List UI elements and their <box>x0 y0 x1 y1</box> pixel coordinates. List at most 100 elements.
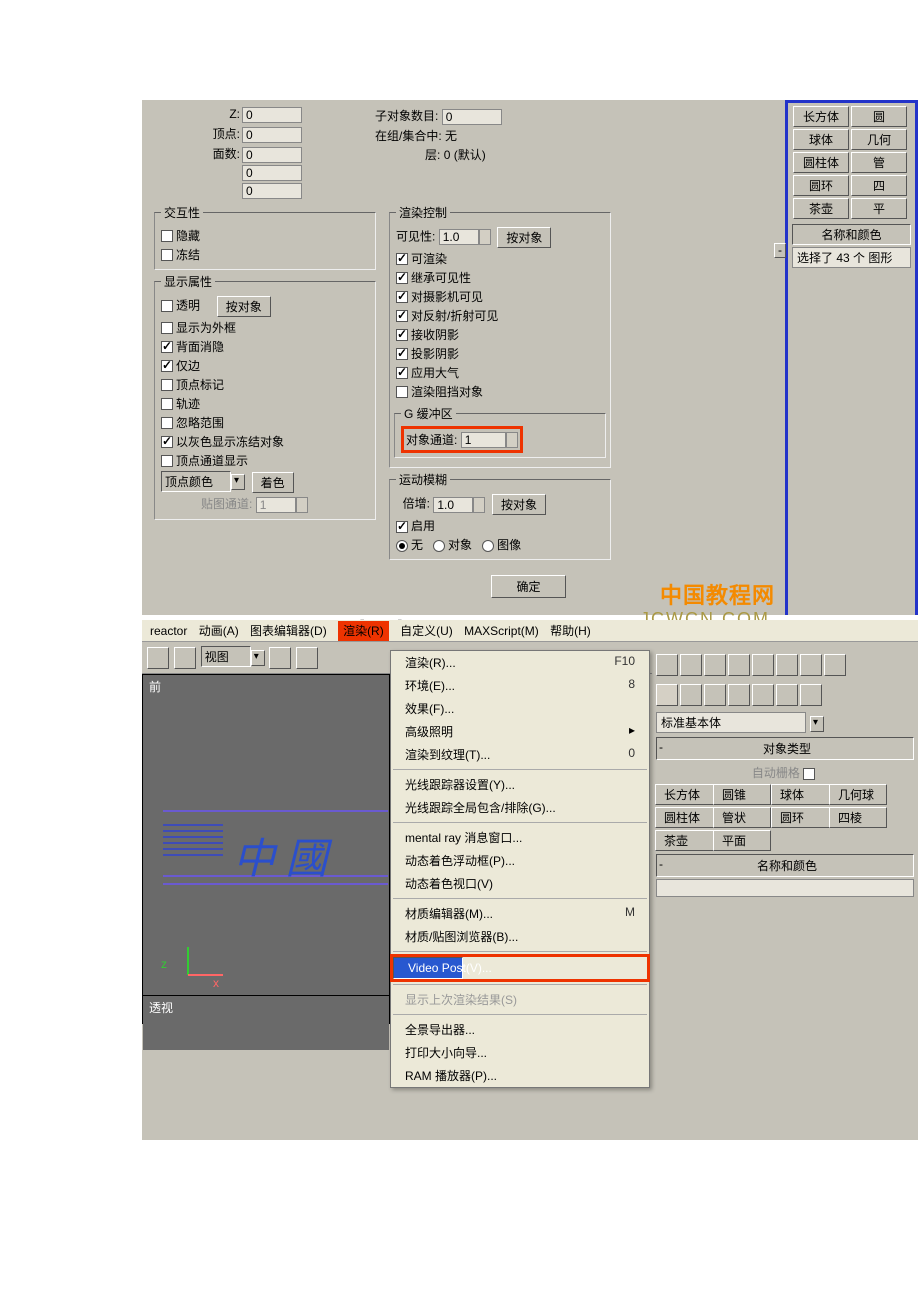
category-select[interactable]: 标准基本体 <box>656 712 806 733</box>
geom-cyl[interactable]: 圆柱体 <box>793 152 849 173</box>
auto-grid-checkbox[interactable] <box>803 768 815 780</box>
menu-item[interactable]: 动态着色浮动框(P)... <box>391 849 649 872</box>
panel-icon[interactable] <box>800 654 822 676</box>
cat-icon[interactable] <box>776 684 798 706</box>
menu-item[interactable]: 高级照明 <box>391 720 649 743</box>
viewport-front[interactable]: 前 中 國 zx 透视 <box>142 674 390 1024</box>
spinner-icon[interactable] <box>473 497 485 513</box>
dropdown-icon[interactable] <box>231 474 245 490</box>
menu-item[interactable]: 材质/贴图浏览器(B)... <box>391 925 649 948</box>
geom-button[interactable]: 管状 <box>713 807 771 828</box>
geom-button[interactable]: 圆柱体 <box>655 807 713 828</box>
trajectory-checkbox[interactable] <box>161 398 173 410</box>
menu-item[interactable]: 光线跟踪全局包含/排除(G)... <box>391 796 649 819</box>
menu-render[interactable]: 渲染(R) <box>338 621 389 641</box>
menu-help[interactable]: 帮助(H) <box>550 624 591 638</box>
panel-icon[interactable] <box>776 654 798 676</box>
tool-icon[interactable] <box>174 647 196 669</box>
menu-item[interactable]: 全景导出器... <box>391 1018 649 1041</box>
cat-icon[interactable] <box>752 684 774 706</box>
name-input[interactable] <box>656 879 914 897</box>
hide-checkbox[interactable] <box>161 230 173 242</box>
by-object-button-1[interactable]: 按对象 <box>217 296 271 317</box>
menu-item[interactable]: 动态着色视口(V) <box>391 872 649 895</box>
enable-checkbox[interactable] <box>396 521 408 533</box>
menu-item[interactable]: 光线跟踪器设置(Y)... <box>391 773 649 796</box>
renderable-checkbox[interactable] <box>396 253 408 265</box>
cast-shadow-checkbox[interactable] <box>396 348 408 360</box>
transparent-checkbox[interactable] <box>161 300 173 312</box>
menu-custom[interactable]: 自定义(U) <box>400 624 453 638</box>
menu-graph[interactable]: 图表编辑器(D) <box>250 624 327 638</box>
menu-anim[interactable]: 动画(A) <box>199 624 239 638</box>
panel-icon[interactable] <box>824 654 846 676</box>
mult-value[interactable]: 1.0 <box>433 497 473 513</box>
menu-item[interactable]: mental ray 消息窗口... <box>391 826 649 849</box>
geom-sphere[interactable]: 球体 <box>793 129 849 150</box>
menu-item[interactable]: Video Post(V)... <box>393 957 463 979</box>
atmos-checkbox[interactable] <box>396 367 408 379</box>
gray-freeze-checkbox[interactable] <box>161 436 173 448</box>
geom-quad[interactable]: 四 <box>851 175 907 196</box>
tool-icon[interactable] <box>147 647 169 669</box>
menu-maxscript[interactable]: MAXScript(M) <box>464 624 539 638</box>
menu-item[interactable]: 打印大小向导... <box>391 1041 649 1064</box>
ignore-checkbox[interactable] <box>161 417 173 429</box>
geom-geo[interactable]: 几何 <box>851 129 907 150</box>
geom-tube[interactable]: 管 <box>851 152 907 173</box>
cat-icon[interactable] <box>800 684 822 706</box>
shade-button[interactable]: 着色 <box>252 472 294 493</box>
menu-item[interactable]: 渲染到纹理(T)...0 <box>391 743 649 766</box>
geom-button[interactable]: 茶壶 <box>655 830 713 851</box>
inherit-checkbox[interactable] <box>396 272 408 284</box>
edges-checkbox[interactable] <box>161 360 173 372</box>
freeze-checkbox[interactable] <box>161 249 173 261</box>
geom-teapot[interactable]: 茶壶 <box>793 198 849 219</box>
object-type-rollout[interactable]: -对象类型 <box>656 737 914 760</box>
panel-icon[interactable] <box>752 654 774 676</box>
menu-item[interactable]: 效果(F)... <box>391 697 649 720</box>
minus-button[interactable]: - <box>774 243 786 258</box>
cat-icon[interactable] <box>728 684 750 706</box>
menu-item[interactable]: RAM 播放器(P)... <box>391 1064 649 1087</box>
view-select[interactable]: 视图 <box>201 646 251 667</box>
selection-info[interactable]: 选择了 43 个 图形 <box>792 247 911 268</box>
recv-shadow-checkbox[interactable] <box>396 329 408 341</box>
dropdown-icon[interactable] <box>251 650 265 666</box>
geom-button[interactable]: 球体 <box>771 784 829 805</box>
wireframe-checkbox[interactable] <box>161 322 173 334</box>
geom-button[interactable]: 平面 <box>713 830 771 851</box>
by-object-button-2[interactable]: 按对象 <box>497 227 551 248</box>
menu-reactor[interactable]: reactor <box>150 624 187 638</box>
none-radio[interactable] <box>396 540 408 552</box>
geom-button[interactable]: 几何球 <box>829 784 887 805</box>
geom-button[interactable]: 长方体 <box>655 784 713 805</box>
menu-item[interactable]: 渲染(R)...F10 <box>391 651 649 674</box>
geom-plane[interactable]: 平 <box>851 198 907 219</box>
cat-icon[interactable] <box>704 684 726 706</box>
geom-button[interactable]: 圆环 <box>771 807 829 828</box>
camera-checkbox[interactable] <box>396 291 408 303</box>
vtx-chan-checkbox[interactable] <box>161 455 173 467</box>
by-object-button-3[interactable]: 按对象 <box>492 494 546 515</box>
chan-value[interactable]: 1 <box>461 432 506 448</box>
panel-icon[interactable] <box>704 654 726 676</box>
cat-icon[interactable] <box>680 684 702 706</box>
map-chan-value[interactable]: 1 <box>256 497 296 513</box>
geom-button[interactable]: 圆锥 <box>713 784 771 805</box>
geom-button[interactable]: 四棱 <box>829 807 887 828</box>
occlusion-checkbox[interactable] <box>396 386 408 398</box>
cat-icon[interactable] <box>656 684 678 706</box>
vtx-mark-checkbox[interactable] <box>161 379 173 391</box>
dropdown-icon[interactable] <box>810 716 824 732</box>
spinner-icon[interactable] <box>506 432 518 448</box>
panel-icon[interactable] <box>728 654 750 676</box>
ok-button[interactable]: 确定 <box>491 575 565 598</box>
geom-circle[interactable]: 圆 <box>851 106 907 127</box>
z-value[interactable]: 0 <box>242 107 302 123</box>
reflect-checkbox[interactable] <box>396 310 408 322</box>
tool-icon[interactable] <box>269 647 291 669</box>
panel-icon[interactable] <box>656 654 678 676</box>
vtx-color-select[interactable]: 顶点颜色 <box>161 471 231 492</box>
panel-icon[interactable] <box>680 654 702 676</box>
